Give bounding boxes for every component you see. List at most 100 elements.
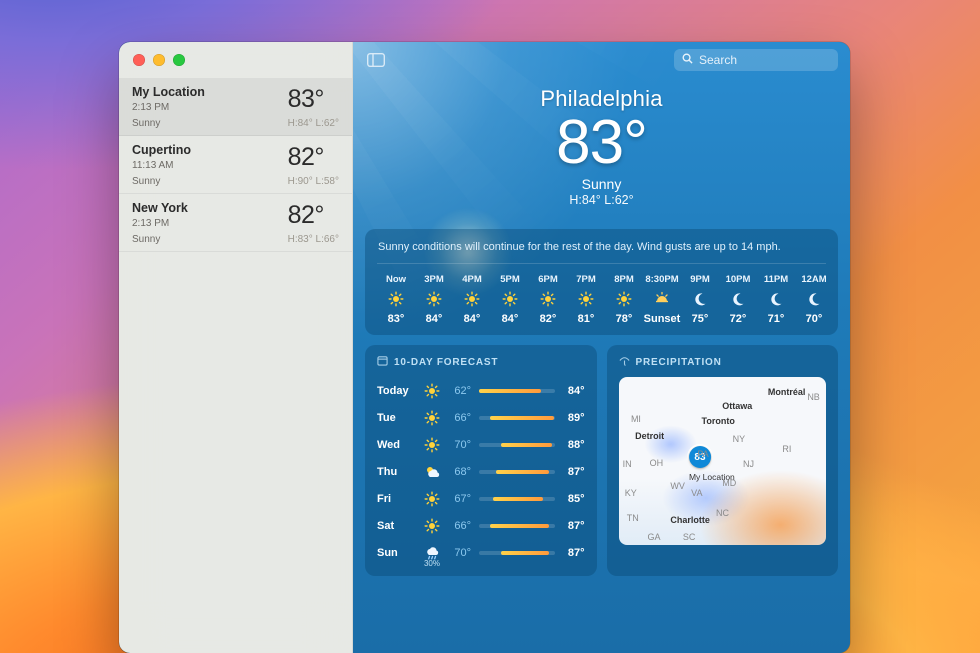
hour-time: 9PM xyxy=(690,274,710,285)
sun-icon xyxy=(578,291,594,307)
hour-value: 83° xyxy=(388,313,405,325)
map-label: RI xyxy=(782,444,791,454)
map-label: KY xyxy=(625,488,637,498)
current-conditions: Philadelphia 83° Sunny H:84° L:62° xyxy=(353,78,850,223)
hour-cell: 12AM70° xyxy=(795,274,826,325)
day-low: 67° xyxy=(449,493,479,505)
condition-label: Sunny xyxy=(353,176,850,192)
temp-range-bar xyxy=(479,524,555,528)
sun-icon xyxy=(426,291,442,307)
close-button[interactable] xyxy=(133,54,145,66)
moon-icon xyxy=(692,291,708,307)
day-high: 88° xyxy=(555,439,585,451)
location-time: 11:13 AM xyxy=(132,160,288,173)
map-label: GA xyxy=(648,532,661,542)
location-row[interactable]: New York82°2:13 PMSunnyH:83° L:66° xyxy=(119,194,352,252)
map-label: Toronto xyxy=(702,416,735,426)
location-temp: 82° xyxy=(288,143,339,172)
sun-icon xyxy=(388,291,404,307)
hour-time: 6PM xyxy=(538,274,558,285)
zoom-button[interactable] xyxy=(173,54,185,66)
main-pane: Philadelphia 83° Sunny H:84° L:62° Sunny… xyxy=(353,42,850,653)
hour-time: 4PM xyxy=(462,274,482,285)
day-row: Sun30%70°87° xyxy=(377,539,585,566)
toolbar xyxy=(353,42,850,78)
sun-icon xyxy=(415,491,449,507)
location-row[interactable]: Cupertino82°11:13 AMSunnyH:90° L:58° xyxy=(119,136,352,194)
day-row: Sat66°87° xyxy=(377,512,585,539)
map-label: MD xyxy=(722,478,736,488)
day-row: Thu68°87° xyxy=(377,458,585,485)
locations-list: My Location83°2:13 PMSunnyH:84° L:62°Cup… xyxy=(119,78,352,653)
location-high-low: H:83° L:66° xyxy=(288,234,339,245)
day-low: 70° xyxy=(449,547,479,559)
hour-cell: 3PM 84° xyxy=(415,274,453,325)
window-controls xyxy=(119,42,352,78)
moon-icon xyxy=(806,291,822,307)
map-label: WV xyxy=(670,481,685,491)
location-high-low: H:90° L:58° xyxy=(288,176,339,187)
sun-icon xyxy=(502,291,518,307)
hourly-summary: Sunny conditions will continue for the r… xyxy=(377,239,826,264)
location-condition: Sunny xyxy=(132,176,288,187)
sidebar: My Location83°2:13 PMSunnyH:84° L:62°Cup… xyxy=(119,42,353,653)
location-name: New York xyxy=(132,201,288,217)
hour-value: Sunset xyxy=(644,313,681,325)
hourly-card[interactable]: Sunny conditions will continue for the r… xyxy=(365,229,838,335)
high-low: H:84° L:62° xyxy=(353,193,850,207)
temp-range-bar xyxy=(479,443,555,447)
map-label: Charlotte xyxy=(670,515,710,525)
map-label: OH xyxy=(650,458,664,468)
ten-day-list: Today62°84°Tue66°89°Wed70°88°Thu68°87°Fr… xyxy=(377,377,585,566)
day-name: Tue xyxy=(377,412,415,424)
sun-icon xyxy=(415,383,449,399)
ten-day-card[interactable]: 10-DAY FORECAST Today62°84°Tue66°89°Wed7… xyxy=(365,345,597,576)
search-field[interactable] xyxy=(674,49,838,71)
map-label: Ottawa xyxy=(722,401,752,411)
day-row: Fri67°85° xyxy=(377,485,585,512)
temp-range-bar xyxy=(479,551,555,555)
hour-cell: Now 83° xyxy=(377,274,415,325)
day-low: 70° xyxy=(449,439,479,451)
sun-icon xyxy=(464,291,480,307)
current-temp: 83° xyxy=(353,112,850,174)
day-low: 66° xyxy=(449,520,479,532)
location-row[interactable]: My Location83°2:13 PMSunnyH:84° L:62° xyxy=(119,78,352,136)
map-label: TN xyxy=(627,513,639,523)
precip-map[interactable]: 83 My Location MontréalOttawaTorontoDetr… xyxy=(619,377,827,545)
hour-value: 82° xyxy=(540,313,557,325)
ten-day-title-text: 10-DAY FORECAST xyxy=(394,357,498,368)
precip-card[interactable]: PRECIPITATION 83 My Location MontréalOtt… xyxy=(607,345,839,576)
moon-icon xyxy=(768,291,784,307)
day-low: 68° xyxy=(449,466,479,478)
toggle-sidebar-button[interactable] xyxy=(365,51,387,69)
day-high: 85° xyxy=(555,493,585,505)
hour-value: 84° xyxy=(464,313,481,325)
ten-day-title: 10-DAY FORECAST xyxy=(377,355,585,369)
hour-value: 78° xyxy=(616,313,633,325)
umbrella-icon xyxy=(619,355,630,369)
moon-icon xyxy=(730,291,746,307)
day-high: 87° xyxy=(555,547,585,559)
temp-range-bar xyxy=(479,497,555,501)
day-row: Today62°84° xyxy=(377,377,585,404)
day-name: Sun xyxy=(377,547,415,559)
map-label: SC xyxy=(683,532,696,542)
sun-icon xyxy=(415,518,449,534)
minimize-button[interactable] xyxy=(153,54,165,66)
hour-cell: 4PM 84° xyxy=(453,274,491,325)
weather-window: My Location83°2:13 PMSunnyH:84° L:62°Cup… xyxy=(119,42,850,653)
sun-icon xyxy=(616,291,632,307)
map-label: NY xyxy=(733,434,746,444)
hour-time: Now xyxy=(386,274,406,285)
search-input[interactable] xyxy=(699,53,819,67)
hour-time: 5PM xyxy=(500,274,520,285)
map-label: NB xyxy=(807,392,820,402)
hour-value: 84° xyxy=(426,313,443,325)
hour-time: 3PM xyxy=(424,274,444,285)
hour-time: 12AM xyxy=(801,274,826,285)
precip-title: PRECIPITATION xyxy=(619,355,827,369)
location-temp: 82° xyxy=(288,201,339,230)
day-high: 89° xyxy=(555,412,585,424)
hour-time: 8PM xyxy=(614,274,634,285)
